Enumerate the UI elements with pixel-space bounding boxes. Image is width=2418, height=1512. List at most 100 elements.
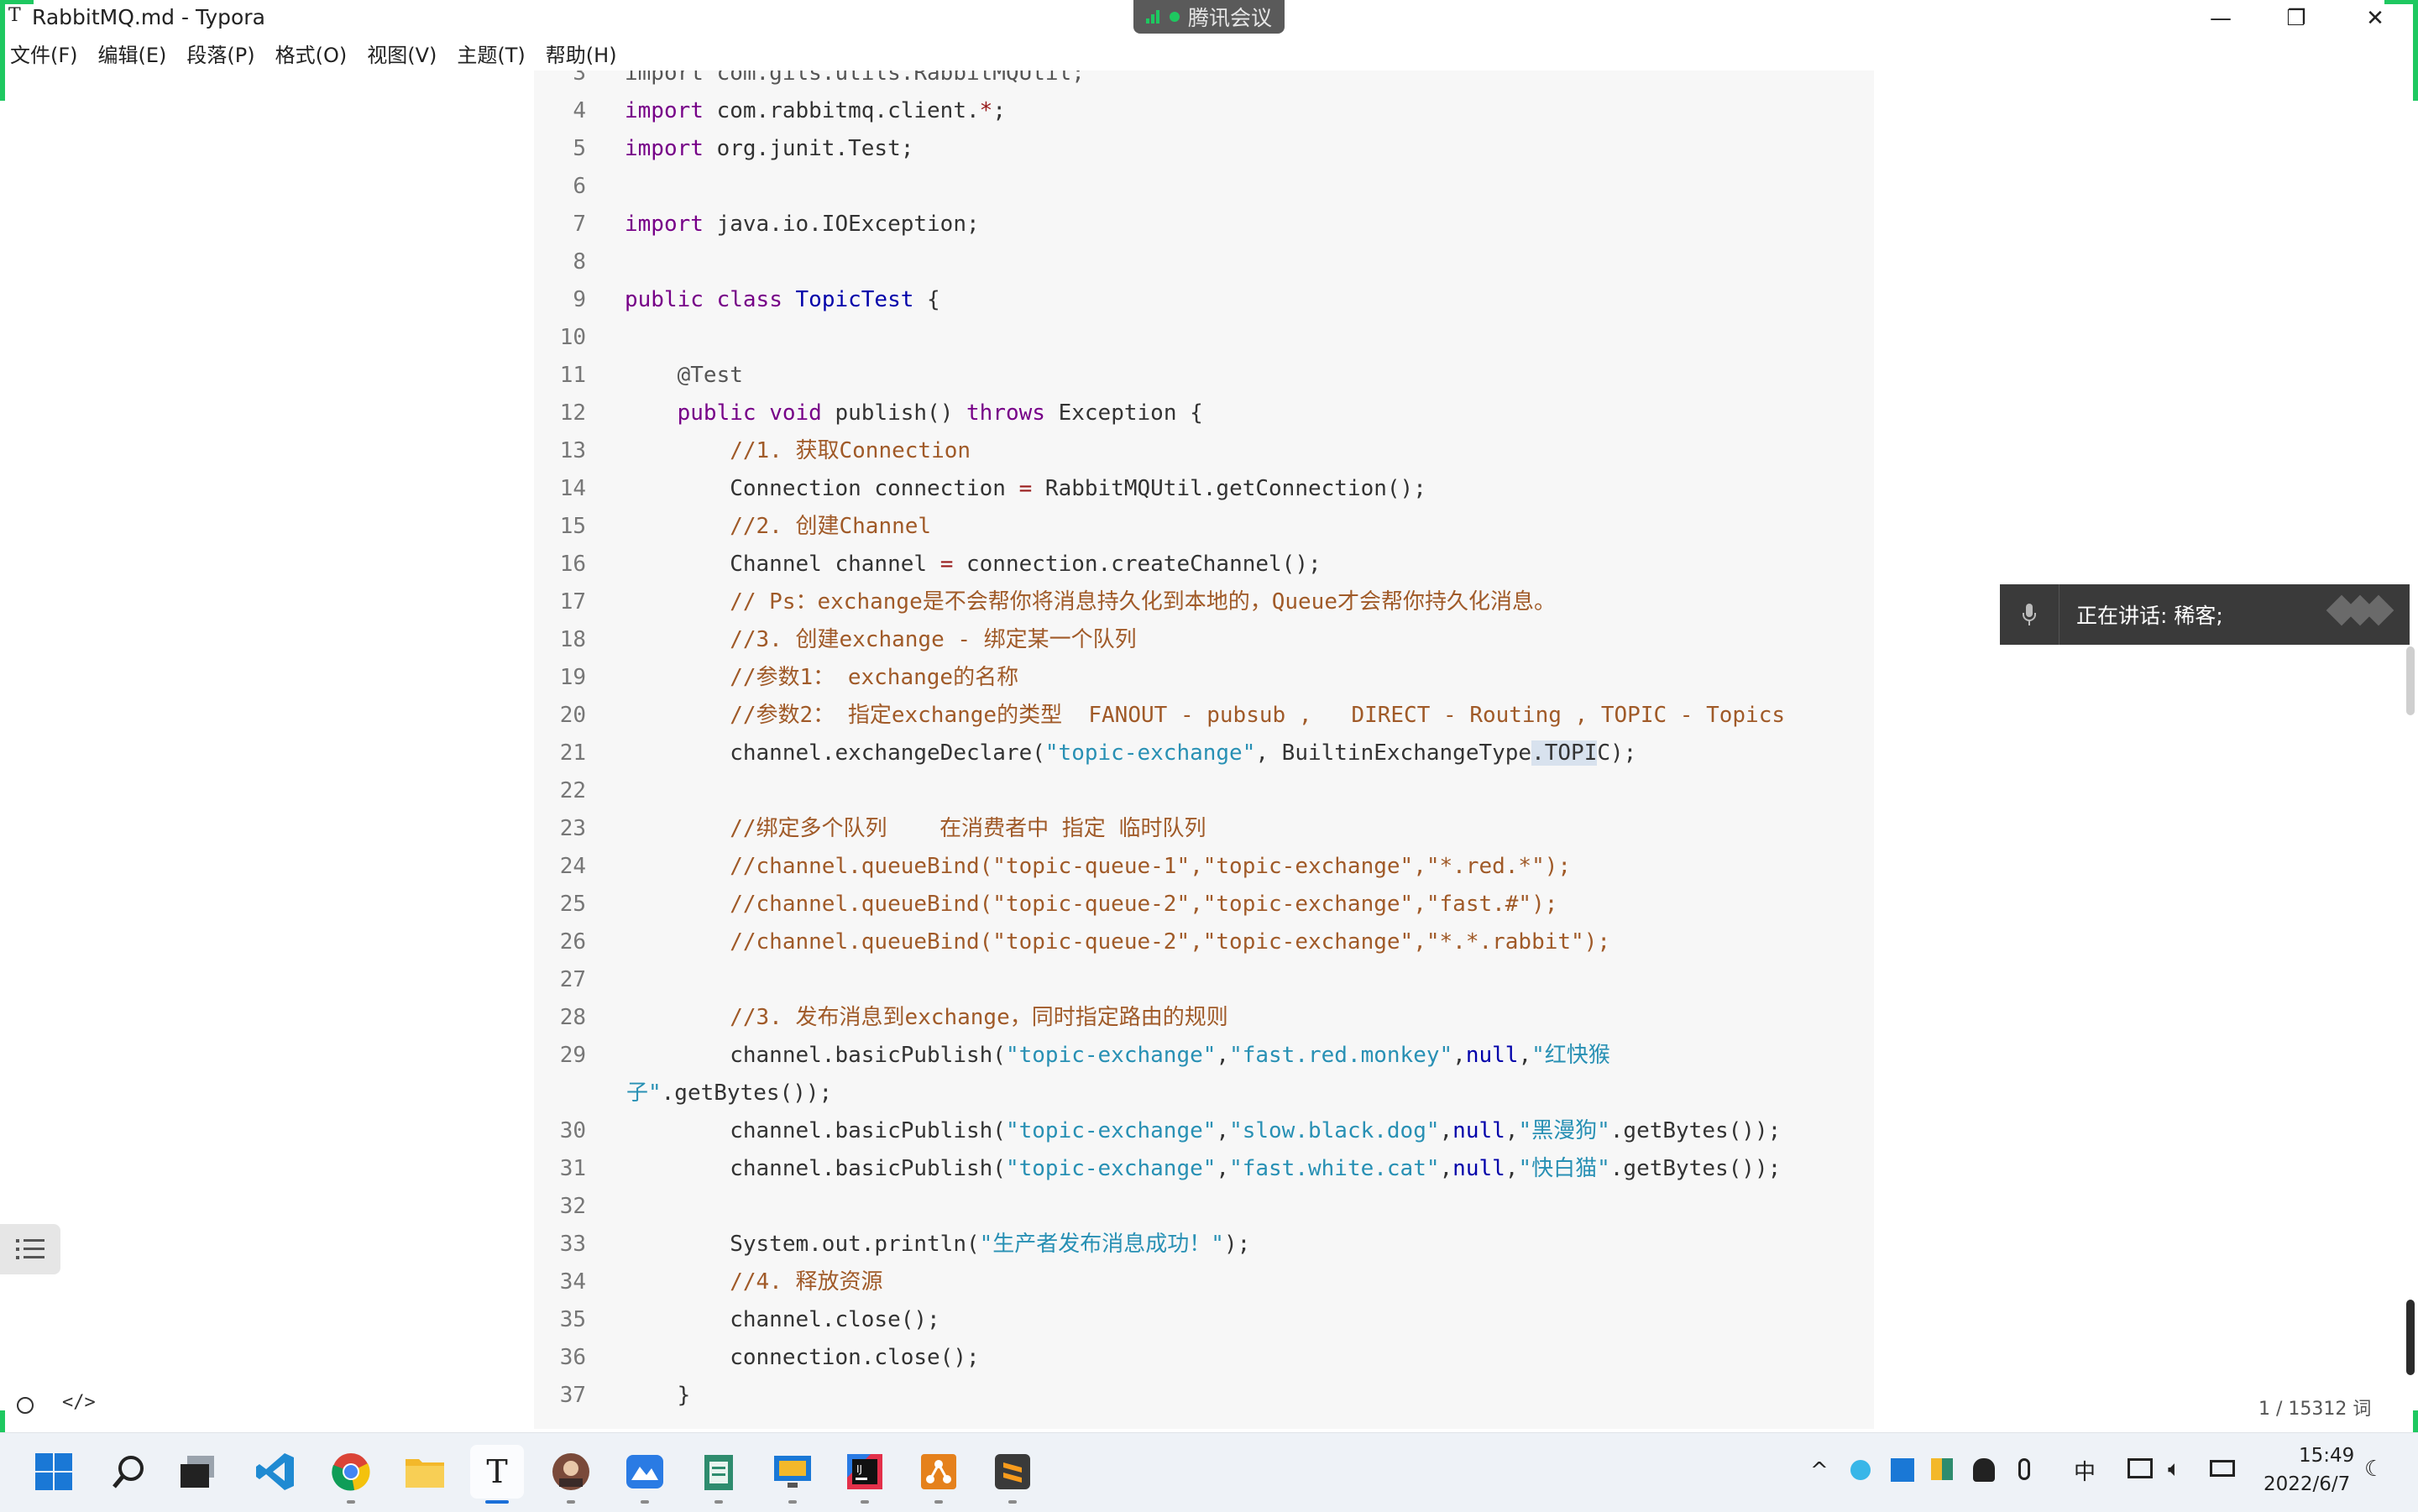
- code-line[interactable]: 27: [534, 961, 586, 999]
- line-number: 4: [573, 98, 586, 123]
- file-explorer-icon[interactable]: [398, 1445, 452, 1499]
- code-line[interactable]: 20 //参数2： 指定exchange的类型 FANOUT - pubsub …: [534, 697, 1785, 735]
- moon-icon[interactable]: ☾: [2364, 1457, 2384, 1482]
- line-number: 26: [559, 929, 586, 955]
- menu-view[interactable]: 视图(V): [357, 40, 447, 71]
- code-line[interactable]: 3 import com.gils.utils.RabbitMQUtil;: [534, 71, 1085, 92]
- code-line[interactable]: 34 //4. 释放资源: [534, 1263, 883, 1301]
- code-line[interactable]: 33 System.out.println("生产者发布消息成功！");: [534, 1226, 1251, 1263]
- document-scrollbar-thumb[interactable]: [2406, 1300, 2415, 1375]
- tray-screen-icon[interactable]: [1891, 1458, 1914, 1482]
- code-line[interactable]: 17 // Ps：exchange是不会帮你将消息持久化到本地的，Queue才会…: [534, 583, 1556, 621]
- notepad-icon[interactable]: [692, 1445, 746, 1504]
- menu-file[interactable]: 文件(F): [0, 40, 88, 71]
- minimize-button[interactable]: —: [2183, 0, 2258, 37]
- word-count[interactable]: 1 / 15312 词: [2258, 1394, 2371, 1420]
- code-block[interactable]: 3 import com.gils.utils.RabbitMQUtil; 4 imp…: [534, 71, 1874, 1429]
- tray-expand-caret-icon[interactable]: ^: [1810, 1458, 1829, 1483]
- code-line[interactable]: 31 channel.basicPublish("topic-exchange"…: [534, 1150, 1782, 1188]
- start-icon[interactable]: [27, 1445, 81, 1499]
- sublime-icon[interactable]: [986, 1445, 1039, 1504]
- code-line[interactable]: 16 Channel channel = connection.createCh…: [534, 546, 1322, 583]
- line-number: 37: [559, 1383, 586, 1408]
- menu-help[interactable]: 帮助(H): [536, 40, 627, 71]
- code-line[interactable]: 10: [534, 319, 586, 357]
- line-number: 6: [573, 174, 586, 199]
- microphone-tray-icon[interactable]: [2018, 1458, 2030, 1480]
- feishu-icon[interactable]: [618, 1445, 672, 1504]
- line-number: 8: [573, 249, 586, 275]
- code-line[interactable]: 21 channel.exchangeDeclare("topic-exchan…: [534, 735, 1636, 772]
- code-line[interactable]: 28 //3. 发布消息到exchange，同时指定路由的规则: [534, 999, 1228, 1037]
- battery-icon[interactable]: [2210, 1460, 2235, 1477]
- overlay-scroll-handle[interactable]: [2406, 646, 2415, 715]
- code-line[interactable]: 36 connection.close();: [534, 1339, 980, 1377]
- code-line[interactable]: 4 import com.rabbitmq.client.*;: [534, 92, 1006, 130]
- code-text: connection.close();: [625, 1345, 980, 1370]
- menu-theme[interactable]: 主题(T): [447, 40, 535, 71]
- menu-edit[interactable]: 编辑(E): [88, 40, 177, 71]
- share-border-marker: [0, 0, 34, 4]
- code-line[interactable]: 37 }: [534, 1377, 691, 1415]
- tencent-meeting-badge[interactable]: 腾讯会议: [1133, 0, 1285, 34]
- line-number: 32: [559, 1194, 586, 1219]
- line-number: 10: [559, 325, 586, 350]
- task-view-icon[interactable]: [171, 1445, 225, 1499]
- clock-time[interactable]: 15:49: [2299, 1445, 2354, 1467]
- ime-indicator[interactable]: 中: [2074, 1455, 2096, 1486]
- menu-paragraph[interactable]: 段落(P): [176, 40, 264, 71]
- code-line[interactable]: 18 //3. 创建exchange - 绑定某一个队列: [534, 621, 1137, 659]
- restore-button[interactable]: ❐: [2258, 0, 2334, 37]
- outline-toggle-button[interactable]: [0, 1224, 60, 1274]
- intellij-icon[interactable]: IJ: [838, 1445, 892, 1504]
- qq-icon[interactable]: [1973, 1458, 1995, 1482]
- search-icon[interactable]: [102, 1445, 156, 1499]
- code-line[interactable]: 24 //channel.queueBind("topic-queue-1","…: [534, 848, 1571, 886]
- tray-app-icon[interactable]: [1850, 1460, 1871, 1480]
- code-line[interactable]: 30 channel.basicPublish("topic-exchange"…: [534, 1112, 1782, 1150]
- chrome-icon[interactable]: [324, 1445, 378, 1504]
- code-line[interactable]: 19 //参数1： exchange的名称: [534, 659, 1018, 697]
- clock-date[interactable]: 2022/6/7: [2264, 1473, 2350, 1495]
- tray-chart-icon[interactable]: [1931, 1458, 1953, 1480]
- vscode-icon[interactable]: [249, 1445, 302, 1499]
- typora-icon[interactable]: T: [470, 1445, 524, 1504]
- code-line[interactable]: 5 import org.junit.Test;: [534, 130, 913, 168]
- network-icon[interactable]: [2128, 1458, 2153, 1478]
- remote-desktop-icon[interactable]: [766, 1445, 819, 1504]
- code-line[interactable]: 26 //channel.queueBind("topic-queue-2","…: [534, 923, 1610, 961]
- code-text: // Ps：exchange是不会帮你将消息持久化到本地的，Queue才会帮你持…: [625, 589, 1556, 615]
- code-line[interactable]: 35 channel.close();: [534, 1301, 940, 1339]
- code-line[interactable]: 32: [534, 1188, 586, 1226]
- code-text: import com.gils.utils.RabbitMQUtil;: [625, 71, 1085, 86]
- close-button[interactable]: ✕: [2337, 0, 2413, 37]
- menu-format[interactable]: 格式(O): [265, 40, 358, 71]
- code-line[interactable]: 15 //2. 创建Channel: [534, 508, 931, 546]
- svg-text:IJ: IJ: [856, 1463, 862, 1475]
- volume-icon[interactable]: 🔈︎: [2168, 1457, 2181, 1483]
- code-line[interactable]: 22: [534, 772, 586, 810]
- code-line[interactable]: 6: [534, 168, 586, 206]
- source-code-mode-icon[interactable]: </>: [62, 1392, 96, 1413]
- code-text: import org.junit.Test;: [625, 136, 914, 161]
- code-line[interactable]: 14 Connection connection = RabbitMQUtil.…: [534, 470, 1426, 508]
- avatar-app-icon[interactable]: [544, 1445, 598, 1504]
- code-line[interactable]: 11 @Test: [534, 357, 743, 395]
- code-line[interactable]: 9 public class TopicTest {: [534, 281, 939, 319]
- code-text: //channel.queueBind("topic-queue-2","top…: [625, 929, 1610, 955]
- window-title: RabbitMQ.md - Typora: [32, 5, 265, 29]
- code-line[interactable]: 13 //1. 获取Connection: [534, 432, 971, 470]
- code-line[interactable]: 12 public void publish() throws Exceptio…: [534, 395, 1203, 432]
- code-line[interactable]: 25 //channel.queueBind("topic-queue-2","…: [534, 886, 1558, 923]
- line-number: 9: [573, 287, 586, 312]
- code-line[interactable]: 29 channel.basicPublish("topic-exchange"…: [534, 1037, 1610, 1075]
- title-bar: T RabbitMQ.md - Typora 腾讯会议 — ❐ ✕: [0, 0, 2418, 37]
- code-line[interactable]: 8: [534, 243, 586, 281]
- code-line[interactable]: 7 import java.io.IOException;: [534, 206, 979, 243]
- code-line[interactable]: 23 //绑定多个队列 在消费者中 指定 临时队列: [534, 810, 1206, 848]
- avatar-diamond-icon: [2326, 594, 2394, 626]
- sourcetree-icon[interactable]: [912, 1445, 966, 1504]
- line-number: 34: [559, 1269, 586, 1295]
- status-circle-icon[interactable]: [17, 1397, 34, 1414]
- code-line[interactable]: 子".getBytes());: [534, 1075, 832, 1112]
